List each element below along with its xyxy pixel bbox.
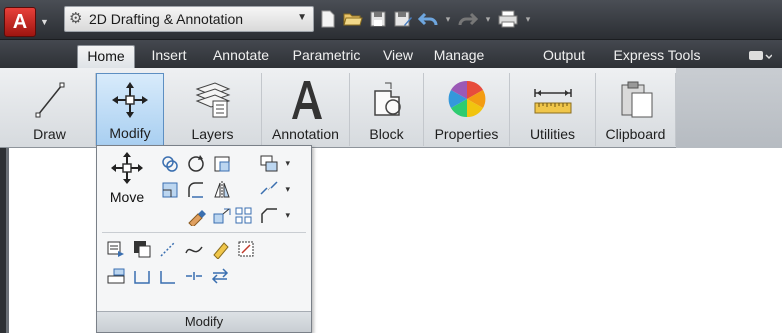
annotation-panel-label: Annotation (272, 126, 339, 142)
copy-icon[interactable] (157, 152, 183, 176)
clipboard-panel-label: Clipboard (605, 126, 666, 142)
join-icon[interactable] (155, 264, 181, 288)
workspace-select-value: 2D Drafting & Annotation (89, 11, 244, 27)
rotate-icon[interactable] (183, 152, 209, 176)
open-icon[interactable] (343, 9, 363, 29)
block-panel-label: Block (369, 126, 404, 142)
minimize-ribbon-icon[interactable] (748, 49, 773, 63)
paste-icon (621, 81, 652, 118)
chevron-down-icon: ▼ (40, 17, 49, 27)
tab-annotate[interactable]: Annotate (203, 45, 279, 68)
text-icon (291, 81, 322, 119)
modify-dropdown-panel: Move ▾ ▾ ▾ Modify (96, 145, 312, 333)
line-icon (35, 82, 64, 118)
draw-panel-label: Draw (33, 126, 66, 142)
mirror-icon[interactable] (209, 178, 235, 202)
break-icon[interactable] (257, 178, 293, 202)
measure-icon (533, 89, 572, 114)
erase-icon[interactable] (183, 204, 209, 228)
reverse-icon[interactable] (207, 264, 233, 288)
stretch-icon[interactable] (157, 178, 183, 202)
modify-panel-footer: Modify (97, 311, 311, 332)
modify-panel-label: Modify (109, 125, 151, 141)
redo-icon[interactable] (458, 9, 478, 29)
tab-home[interactable]: Home (77, 45, 135, 68)
utilities-panel-button[interactable]: Utilities (510, 73, 596, 146)
workspace-select[interactable]: ⚙ 2D Drafting & Annotation ▼ (64, 6, 314, 32)
clipboard-panel-button[interactable]: Clipboard (596, 73, 676, 146)
color-wheel-icon (448, 80, 485, 118)
properties-panel-label: Properties (434, 126, 499, 142)
redo-dropdown-icon[interactable]: ▾ (483, 9, 493, 29)
pedit-icon[interactable] (155, 237, 181, 261)
move-label: Move (109, 189, 145, 205)
move-button[interactable]: Move (102, 151, 152, 231)
undo-dropdown-icon[interactable]: ▾ (443, 9, 453, 29)
annotation-panel-button[interactable]: Annotation (262, 73, 350, 146)
chevron-down-icon: ▼ (297, 12, 307, 23)
fillet-icon[interactable] (183, 178, 209, 202)
autocad-logo-icon: A (4, 7, 36, 37)
plot-icon[interactable] (498, 9, 518, 29)
edit-text-icon[interactable] (233, 237, 259, 261)
layers-panel-label: Layers (191, 126, 234, 142)
modify-panel-button[interactable]: Modify (96, 73, 164, 146)
move-icon (111, 152, 143, 184)
edit-spline-icon[interactable] (181, 237, 207, 261)
new-icon[interactable] (318, 9, 338, 29)
save-as-icon[interactable] (393, 9, 413, 29)
lengthen-icon[interactable] (129, 264, 155, 288)
block-icon (373, 82, 401, 116)
block-panel-button[interactable]: Block (350, 73, 424, 146)
undo-icon[interactable] (418, 9, 438, 29)
break-at-point-icon[interactable] (181, 264, 207, 288)
layers-icon (195, 82, 230, 118)
layers-panel-button[interactable]: Layers (164, 73, 262, 146)
tab-insert[interactable]: Insert (141, 45, 197, 68)
drawing-area-edge (6, 148, 9, 333)
ribbon-empty-area (676, 68, 782, 148)
gear-icon: ⚙ (69, 10, 83, 27)
draworder-icon[interactable] (257, 152, 293, 176)
edit-attribute-icon[interactable] (103, 237, 129, 261)
edit-hatch-icon[interactable] (207, 237, 233, 261)
quick-access-toolbar: A ▼ ⚙ 2D Drafting & Annotation ▼ ▾ ▾ ▾ (0, 0, 782, 40)
save-icon[interactable] (368, 9, 388, 29)
chamfer-icon[interactable] (257, 204, 293, 228)
tab-parametric[interactable]: Parametric (284, 45, 369, 68)
application-menu-button[interactable]: A ▼ (4, 7, 54, 37)
properties-panel-button[interactable]: Properties (424, 73, 510, 146)
align-icon[interactable] (103, 264, 129, 288)
ribbon-tab-bar: Home Insert Annotate Parametric View Man… (0, 40, 782, 68)
tab-view[interactable]: View (375, 45, 421, 68)
edit-block-icon[interactable] (129, 237, 155, 261)
tab-output[interactable]: Output (533, 45, 595, 68)
move-icon (112, 82, 148, 118)
array-icon[interactable] (231, 204, 257, 228)
tab-manage[interactable]: Manage (426, 45, 492, 68)
customize-icon[interactable]: ▾ (523, 9, 533, 29)
draw-panel-button[interactable]: Draw (4, 73, 96, 146)
utilities-panel-label: Utilities (529, 126, 576, 142)
tab-express-tools[interactable]: Express Tools (607, 45, 707, 68)
scale-icon[interactable] (209, 152, 235, 176)
